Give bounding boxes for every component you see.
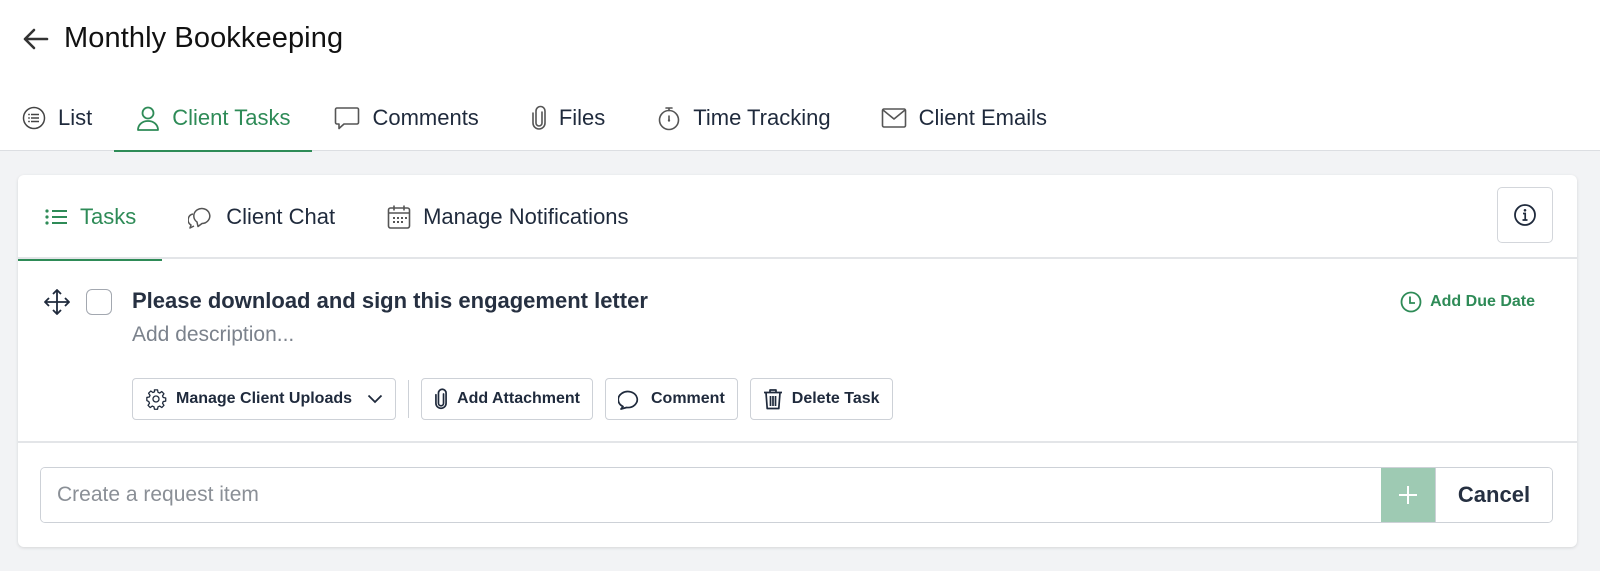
manage-client-uploads-button[interactable]: Manage Client Uploads bbox=[132, 378, 397, 420]
tab-list[interactable]: List bbox=[0, 84, 114, 151]
stopwatch-icon bbox=[658, 106, 680, 130]
subtab-client-chat[interactable]: Client Chat bbox=[162, 175, 361, 259]
trash-icon bbox=[763, 389, 782, 410]
task-item: Please download and sign this engagement… bbox=[18, 261, 1577, 443]
tab-label: Files bbox=[558, 104, 606, 130]
arrow-left-icon bbox=[23, 28, 49, 50]
envelope-icon bbox=[881, 107, 906, 128]
paperclip-icon bbox=[532, 105, 546, 130]
button-label: Add Attachment bbox=[457, 390, 580, 407]
tab-client-tasks[interactable]: Client Tasks bbox=[114, 84, 313, 152]
chat-bubbles-icon bbox=[188, 207, 211, 229]
tab-label: List bbox=[58, 104, 93, 130]
create-request-input[interactable] bbox=[41, 468, 1381, 522]
move-icon bbox=[44, 289, 70, 315]
task-title[interactable]: Please download and sign this engagement… bbox=[132, 288, 648, 314]
tab-label: Comments bbox=[372, 104, 479, 130]
create-request-row: Cancel bbox=[40, 467, 1553, 523]
top-bar: Monthly Bookkeeping List Client Tasks Co… bbox=[0, 0, 1600, 152]
subtab-label: Client Chat bbox=[226, 204, 336, 229]
add-request-button[interactable] bbox=[1381, 468, 1436, 522]
info-icon bbox=[1514, 204, 1536, 226]
add-attachment-button[interactable]: Add Attachment bbox=[421, 378, 593, 420]
comment-icon bbox=[335, 106, 360, 129]
subtab-manage-notifications[interactable]: Manage Notifications bbox=[361, 175, 654, 259]
task-actions: Manage Client Uploads Add Attachment Com… bbox=[132, 378, 905, 420]
info-button[interactable] bbox=[1497, 187, 1553, 243]
plus-icon bbox=[1399, 486, 1417, 504]
subtab-label: Manage Notifications bbox=[423, 204, 629, 229]
tab-client-emails[interactable]: Client Emails bbox=[853, 84, 1069, 151]
button-label: Delete Task bbox=[791, 390, 880, 407]
client-tasks-card: Tasks Client Chat Manage Notifications P… bbox=[18, 175, 1577, 547]
tab-time-tracking[interactable]: Time Tracking bbox=[627, 84, 852, 151]
gear-icon bbox=[146, 389, 167, 410]
button-label: Comment bbox=[651, 390, 725, 407]
task-checkbox[interactable] bbox=[86, 289, 112, 315]
page-title: Monthly Bookkeeping bbox=[64, 22, 344, 54]
tab-label: Client Emails bbox=[918, 104, 1047, 130]
chevron-down-icon bbox=[367, 394, 383, 404]
list-circle-icon bbox=[22, 106, 46, 129]
tab-label: Client Tasks bbox=[172, 104, 291, 130]
divider bbox=[408, 380, 410, 418]
drag-handle[interactable] bbox=[44, 289, 70, 320]
comment-button[interactable]: Comment bbox=[605, 378, 738, 420]
due-date-label: Add Due Date bbox=[1430, 293, 1535, 310]
main-tabs: List Client Tasks Comments Files Time Tr… bbox=[0, 84, 1069, 152]
task-description-field[interactable]: Add description... bbox=[132, 323, 294, 347]
clock-icon bbox=[1400, 291, 1422, 313]
paperclip-icon bbox=[435, 388, 447, 410]
button-label: Manage Client Uploads bbox=[176, 390, 353, 407]
delete-task-button[interactable]: Delete Task bbox=[749, 378, 893, 420]
calendar-icon bbox=[387, 205, 411, 229]
cancel-button[interactable]: Cancel bbox=[1436, 468, 1552, 522]
tab-label: Time Tracking bbox=[693, 104, 831, 130]
sub-tabs: Tasks Client Chat Manage Notifications bbox=[18, 175, 1577, 261]
list-icon bbox=[45, 209, 67, 225]
tab-comments[interactable]: Comments bbox=[312, 84, 500, 151]
comment-bubble-icon bbox=[618, 390, 639, 410]
user-icon bbox=[137, 106, 160, 131]
tab-files[interactable]: Files bbox=[501, 84, 627, 151]
subtab-tasks[interactable]: Tasks bbox=[18, 175, 163, 261]
add-due-date-button[interactable]: Add Due Date bbox=[1400, 291, 1535, 313]
subtab-label: Tasks bbox=[80, 204, 137, 229]
back-button[interactable] bbox=[20, 24, 50, 54]
